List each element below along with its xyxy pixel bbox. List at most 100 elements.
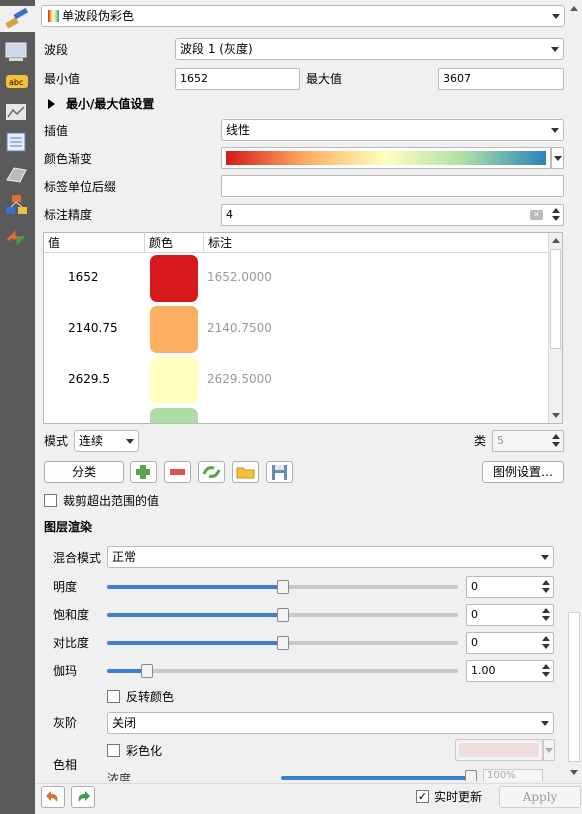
table-row[interactable]: 2629.5 2629.5000 [44, 355, 549, 406]
row-label[interactable]: 2140.7500 [207, 321, 272, 335]
max-input[interactable]: 3607 [438, 68, 564, 90]
renderer-label: 单波段伪彩色 [62, 9, 135, 23]
color-swatch[interactable] [150, 408, 198, 423]
scroll-down-icon[interactable] [570, 770, 578, 775]
colorize-color-menu[interactable] [543, 739, 555, 761]
color-swatch[interactable] [150, 255, 198, 302]
scroll-up-icon[interactable] [570, 6, 578, 11]
row-value[interactable]: 1652 [68, 270, 99, 284]
row-label[interactable]: 2629.5000 [207, 372, 272, 386]
labels-abc-icon[interactable]: abc [4, 70, 30, 94]
chevron-down-icon [541, 721, 549, 726]
table-row[interactable]: 2140.75 2140.7500 [44, 304, 549, 355]
live-update-checkbox[interactable]: ✓ [416, 790, 429, 803]
main-scrollbar[interactable] [566, 0, 582, 783]
interpolation-label: 插值 [44, 124, 69, 138]
table-row[interactable]: 1652 1652.0000 [44, 253, 549, 304]
color-ramp-button[interactable] [221, 147, 551, 169]
saturation-spinbox[interactable]: 0 [466, 604, 554, 626]
mode-label: 模式 [44, 434, 69, 448]
contrast-slider[interactable] [107, 636, 458, 650]
slider-handle[interactable] [141, 664, 153, 678]
saturation-slider[interactable] [107, 608, 458, 622]
clear-icon[interactable]: ✕ [530, 210, 543, 220]
reverse-button[interactable] [198, 461, 225, 483]
gamma-value: 1.00 [471, 664, 496, 677]
export-colormap-button[interactable] [266, 461, 293, 483]
strength-slider[interactable] [281, 776, 469, 780]
actions-icon[interactable] [4, 226, 30, 250]
blend-mode-label: 混合模式 [53, 551, 102, 565]
column-header-label[interactable]: 标注 [204, 233, 549, 253]
precision-spinbox[interactable]: 4 ✕ [221, 204, 564, 226]
slider-handle[interactable] [277, 636, 289, 650]
band-label: 波段 [44, 43, 69, 57]
remove-value-button[interactable] [164, 461, 191, 483]
column-header-value[interactable]: 值 [44, 233, 145, 253]
row-label[interactable]: 1652.0000 [207, 270, 272, 284]
renderer-select[interactable]: 单波段伪彩色 [41, 5, 565, 27]
color-swatch[interactable] [150, 306, 198, 353]
band-select[interactable]: 波段 1 (灰度) [175, 38, 564, 60]
reverse-arrows-icon [202, 466, 221, 478]
invert-colors-checkbox[interactable] [107, 690, 120, 703]
apply-button[interactable]: Apply [499, 786, 581, 808]
table-scrollbar[interactable] [548, 233, 562, 423]
spin-down-icon[interactable] [540, 586, 552, 596]
clip-out-of-range-checkbox[interactable] [44, 494, 57, 507]
spin-down-icon[interactable] [540, 614, 552, 624]
gamma-slider[interactable] [107, 664, 458, 678]
information-icon[interactable] [4, 40, 30, 64]
dependencies-icon[interactable] [4, 193, 30, 217]
grayscale-select[interactable]: 关闭 [107, 712, 554, 734]
brightness-spinbox[interactable]: 0 [466, 576, 554, 598]
blend-mode-select[interactable]: 正常 [107, 546, 554, 568]
spin-down-icon[interactable] [550, 214, 562, 224]
slider-handle[interactable] [277, 580, 289, 594]
symbology-brush-icon[interactable] [0, 6, 35, 32]
scroll-thumb[interactable] [550, 249, 561, 349]
contrast-spinbox[interactable]: 0 [466, 632, 554, 654]
legend-settings-button[interactable]: 图例设置… [482, 461, 564, 483]
load-colormap-button[interactable] [232, 461, 259, 483]
3d-view-icon[interactable] [4, 162, 30, 186]
scroll-thumb[interactable] [568, 612, 580, 762]
row-value[interactable]: 2629.5 [68, 372, 110, 386]
brightness-slider[interactable] [107, 580, 458, 594]
mode-select[interactable]: 连续 [74, 430, 139, 452]
column-header-color[interactable]: 颜色 [145, 233, 204, 253]
chevron-down-icon [554, 156, 562, 161]
undo-button[interactable] [41, 786, 65, 808]
colorize-color-button[interactable] [455, 739, 543, 761]
scroll-up-icon[interactable] [552, 238, 560, 243]
classes-spinbox[interactable]: 5 [492, 430, 564, 452]
minmax-settings-toggle[interactable]: 最小/最大值设置 [66, 96, 154, 112]
spin-down-icon[interactable] [540, 670, 552, 680]
color-swatch[interactable] [150, 357, 198, 404]
slider-handle[interactable] [465, 770, 477, 781]
row-value[interactable]: 2140.75 [68, 321, 118, 335]
expand-arrow-icon[interactable] [48, 99, 55, 109]
table-row[interactable] [44, 406, 549, 423]
classify-button[interactable]: 分类 [44, 461, 124, 483]
scroll-down-icon[interactable] [552, 413, 560, 418]
blend-mode-value: 正常 [112, 550, 137, 564]
spin-down-icon[interactable] [540, 642, 552, 652]
strength-spinbox[interactable]: 100% [483, 769, 543, 781]
spin-down-icon[interactable] [550, 440, 562, 450]
colorize-checkbox[interactable] [107, 744, 120, 757]
diagram-icon[interactable] [4, 100, 30, 124]
color-ramp-preview [226, 151, 546, 165]
color-ramp-menu-button[interactable] [551, 147, 564, 169]
colorize-label: 彩色化 [126, 744, 163, 758]
attributes-form-icon[interactable] [4, 130, 30, 154]
chevron-down-icon [551, 128, 559, 133]
redo-button[interactable] [71, 786, 95, 808]
gamma-label: 伽玛 [53, 664, 78, 678]
slider-handle[interactable] [277, 608, 289, 622]
unit-suffix-input[interactable] [221, 175, 564, 197]
add-value-button[interactable] [130, 461, 157, 483]
min-input[interactable]: 1652 [175, 68, 300, 90]
interpolation-select[interactable]: 线性 [221, 119, 564, 141]
gamma-spinbox[interactable]: 1.00 [466, 660, 554, 682]
